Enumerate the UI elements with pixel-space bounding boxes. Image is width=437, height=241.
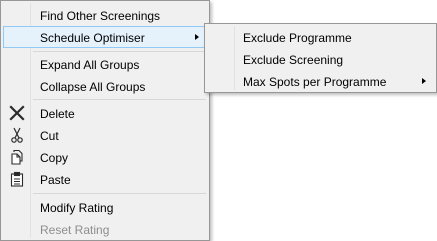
menu-item-find-other-screenings[interactable]: Find Other Screenings bbox=[3, 4, 207, 26]
schedule-optimiser-submenu: Exclude Programme Exclude Screening Max … bbox=[204, 23, 437, 93]
menu-item-cut[interactable]: Cut bbox=[3, 124, 207, 146]
menu-item-collapse-all-groups[interactable]: Collapse All Groups bbox=[3, 75, 207, 97]
menu-separator bbox=[33, 51, 206, 52]
menu-item-delete[interactable]: Delete bbox=[3, 102, 207, 124]
scissors-icon bbox=[11, 127, 23, 143]
menu-item-label: Collapse All Groups bbox=[40, 80, 146, 94]
menu-separator bbox=[33, 99, 206, 100]
menu-item-label: Reset Rating bbox=[40, 223, 110, 237]
menu-item-copy[interactable]: Copy bbox=[3, 146, 207, 168]
menu-item-label: Paste bbox=[40, 173, 71, 187]
delete-x-icon bbox=[9, 105, 25, 121]
context-menu: Find Other Screenings Schedule Optimiser… bbox=[0, 0, 210, 241]
menu-separator bbox=[33, 193, 206, 194]
menu-item-reset-rating: Reset Rating bbox=[3, 218, 207, 240]
menu-item-expand-all-groups[interactable]: Expand All Groups bbox=[3, 53, 207, 75]
menu-item-label: Exclude Screening bbox=[243, 53, 344, 67]
menu-item-label: Cut bbox=[40, 129, 59, 143]
clipboard-icon bbox=[10, 171, 24, 187]
menu-item-label: Find Other Screenings bbox=[40, 9, 161, 23]
menu-item-label: Copy bbox=[40, 151, 69, 165]
submenu-item-max-spots-per-programme[interactable]: Max Spots per Programme bbox=[207, 70, 434, 92]
submenu-item-exclude-programme[interactable]: Exclude Programme bbox=[207, 26, 434, 48]
menu-item-modify-rating[interactable]: Modify Rating bbox=[3, 196, 207, 218]
menu-item-label: Schedule Optimiser bbox=[40, 31, 145, 45]
menu-item-schedule-optimiser[interactable]: Schedule Optimiser bbox=[3, 26, 207, 48]
copy-icon bbox=[11, 149, 23, 165]
submenu-item-exclude-screening[interactable]: Exclude Screening bbox=[207, 48, 434, 70]
menu-item-label: Expand All Groups bbox=[40, 58, 140, 72]
menu-item-label: Max Spots per Programme bbox=[243, 75, 387, 89]
submenu-arrow-icon bbox=[195, 34, 199, 40]
menu-item-label: Delete bbox=[40, 107, 75, 121]
menu-item-label: Exclude Programme bbox=[243, 31, 352, 45]
menu-item-label: Modify Rating bbox=[40, 201, 114, 215]
submenu-arrow-icon bbox=[422, 78, 426, 84]
menu-item-paste[interactable]: Paste bbox=[3, 168, 207, 190]
